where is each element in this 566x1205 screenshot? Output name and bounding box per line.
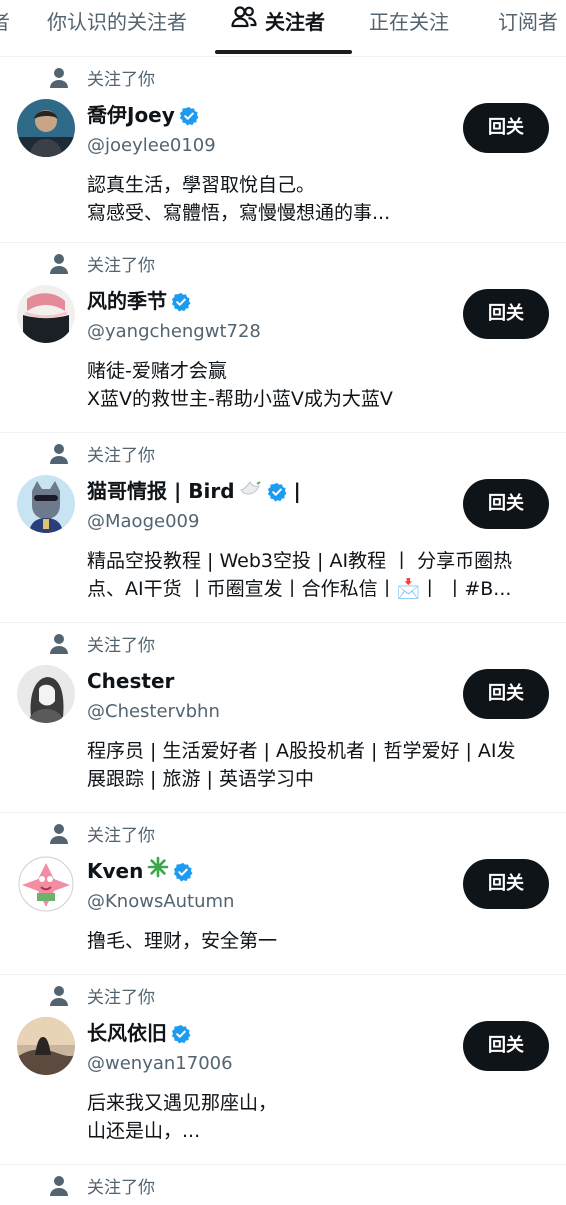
user-bio: 赌徒-爱赌才会赢 X蓝V的救世主-帮助小蓝V成为大蓝V bbox=[87, 357, 549, 413]
bio-line: 撸毛、理财，安全第一 bbox=[87, 930, 278, 952]
follow-back-button[interactable]: 回关 bbox=[463, 103, 549, 153]
bio-line: 山还是山，... bbox=[87, 1120, 201, 1142]
user-handle[interactable]: @yangchengwt728 bbox=[87, 320, 261, 344]
avatar[interactable] bbox=[17, 475, 75, 533]
user-bio: 程序员 | 生活爱好者 | A股投机者 | 哲学爱好 | AI发 展跟踪 | 旅… bbox=[87, 737, 549, 793]
follows-you-row: 关注了你 bbox=[48, 633, 155, 657]
user-name-row[interactable]: 风的季节 bbox=[87, 287, 191, 315]
follows-you-label: 关注了你 bbox=[87, 1178, 155, 1198]
follows-you-row: 关注了你 bbox=[48, 443, 155, 467]
user-bio: 撸毛、理财，安全第一 bbox=[87, 927, 549, 955]
user-name: 猫哥情报 | Bird bbox=[87, 479, 235, 503]
tab-label: 者 bbox=[0, 10, 10, 34]
follow-back-button[interactable]: 回关 bbox=[463, 289, 549, 339]
user-bio: 認真生活，學習取悅自己。 寫感受、寫體悟，寫慢慢想通的事... bbox=[87, 171, 549, 227]
user-bio: 精品空投教程 | Web3空投 | AI教程 丨 分享币圈热 点、AI干货 丨币… bbox=[87, 547, 549, 603]
follows-you-row: 关注了你 bbox=[48, 823, 155, 847]
tab-following[interactable]: 正在关注 bbox=[369, 0, 449, 56]
verified-badge-icon bbox=[267, 481, 287, 501]
user-name-row[interactable]: Chester bbox=[87, 667, 174, 695]
user-handle[interactable]: @joeylee0109 bbox=[87, 134, 216, 158]
follows-you-label: 关注了你 bbox=[87, 988, 155, 1008]
bio-line: 后来我又遇见那座山， bbox=[87, 1092, 278, 1114]
user-name-row[interactable]: Kven bbox=[87, 856, 193, 885]
user-name: 长风依旧 bbox=[87, 1021, 167, 1045]
list-item[interactable]: 关注了你 长风依旧 @wenyan17006 后来我又遇见那座山， 山还是山，.… bbox=[0, 975, 566, 1165]
avatar[interactable] bbox=[17, 285, 75, 343]
follows-you-row: 关注了你 bbox=[48, 67, 155, 91]
list-item[interactable]: 关注了你 bbox=[0, 1165, 566, 1205]
user-bio: 后来我又遇见那座山， 山还是山，... bbox=[87, 1089, 549, 1145]
bio-line: 寫感受、寫體悟，寫慢慢想通的事... bbox=[87, 202, 391, 224]
tab-label: 关注者 bbox=[265, 10, 325, 34]
verified-badge-icon bbox=[179, 105, 199, 125]
user-name: Kven bbox=[87, 859, 144, 883]
follows-you-row: 关注了你 bbox=[48, 985, 155, 1009]
bio-line: X蓝V的救世主-帮助小蓝V成为大蓝V bbox=[87, 388, 393, 410]
user-handle[interactable]: @Chestervbhn bbox=[87, 700, 220, 724]
follows-you-label: 关注了你 bbox=[87, 446, 155, 466]
follow-back-button[interactable]: 回关 bbox=[463, 479, 549, 529]
person-icon bbox=[48, 1175, 70, 1197]
user-name-row[interactable]: 猫哥情报 | Bird | bbox=[87, 477, 301, 505]
person-icon bbox=[48, 443, 70, 465]
user-handle[interactable]: @wenyan17006 bbox=[87, 1052, 233, 1076]
follows-you-row: 关注了你 bbox=[48, 253, 155, 277]
user-name-row[interactable]: 长风依旧 bbox=[87, 1019, 191, 1047]
follows-you-label: 关注了你 bbox=[87, 826, 155, 846]
follow-back-button[interactable]: 回关 bbox=[463, 669, 549, 719]
tab-subscribers[interactable]: 订阅者 bbox=[498, 0, 558, 56]
person-icon bbox=[48, 633, 70, 655]
followers-list: 关注了你 喬伊Joey @joeylee0109 認真生活，學習取悅自己。 寫感… bbox=[0, 57, 566, 1205]
follow-back-button[interactable]: 回关 bbox=[463, 859, 549, 909]
avatar[interactable] bbox=[17, 855, 75, 913]
person-icon bbox=[48, 823, 70, 845]
user-name: 喬伊Joey bbox=[87, 103, 175, 127]
person-icon bbox=[48, 253, 70, 275]
person-icon bbox=[48, 985, 70, 1007]
user-name: Chester bbox=[87, 669, 175, 693]
bio-line: 認真生活，學習取悅自己。 bbox=[87, 174, 316, 196]
list-item[interactable]: 关注了你 风的季节 @yangchengwt728 赌徒-爱赌才会赢 X蓝V的救… bbox=[0, 243, 566, 433]
sparkle-icon bbox=[147, 856, 169, 885]
avatar[interactable] bbox=[17, 99, 75, 157]
user-handle[interactable]: @KnowsAutumn bbox=[87, 890, 234, 914]
follows-you-label: 关注了你 bbox=[87, 256, 155, 276]
avatar[interactable] bbox=[17, 665, 75, 723]
tab-bar: 者 你认识的关注者 关注者 正在关注 订阅者 bbox=[0, 0, 566, 57]
list-item[interactable]: 关注了你 Chester @Chestervbhn 程序员 | 生活爱好者 | … bbox=[0, 623, 566, 813]
bio-line: 展跟踪 | 旅游 | 英语学习中 bbox=[87, 768, 314, 790]
follows-you-row: 关注了你 bbox=[48, 1175, 155, 1199]
verified-badge-icon bbox=[171, 1023, 191, 1043]
user-handle[interactable]: @Maoge009 bbox=[87, 510, 199, 534]
tab-subscribers-prev[interactable]: 者 bbox=[0, 0, 10, 56]
follows-you-label: 关注了你 bbox=[87, 70, 155, 90]
user-name: 风的季节 bbox=[87, 289, 167, 313]
bio-line: 赌徒-爱赌才会赢 bbox=[87, 360, 227, 382]
tab-label: 正在关注 bbox=[369, 10, 449, 34]
verified-badge-icon bbox=[171, 291, 191, 311]
verified-badge-icon bbox=[173, 861, 193, 881]
tab-label: 你认识的关注者 bbox=[47, 10, 187, 34]
tab-followers-you-know[interactable]: 你认识的关注者 bbox=[47, 0, 187, 56]
avatar[interactable] bbox=[17, 1017, 75, 1075]
list-item[interactable]: 关注了你 猫哥情报 | Bird | @Maoge009 精品空投教程 | We… bbox=[0, 433, 566, 623]
dove-icon bbox=[239, 477, 263, 505]
active-tab-indicator bbox=[215, 50, 352, 54]
list-item[interactable]: 关注了你 Kven @KnowsAutumn 撸毛、理财，安全第一 回关 bbox=[0, 813, 566, 975]
user-name-suffix: | bbox=[293, 479, 301, 503]
user-name-row[interactable]: 喬伊Joey bbox=[87, 101, 199, 129]
people-icon bbox=[231, 0, 257, 44]
person-icon bbox=[48, 67, 70, 89]
tab-followers[interactable]: 关注者 bbox=[231, 0, 325, 56]
follow-back-button[interactable]: 回关 bbox=[463, 1021, 549, 1071]
follows-you-label: 关注了你 bbox=[87, 636, 155, 656]
bio-line: 精品空投教程 | Web3空投 | AI教程 丨 分享币圈热 bbox=[87, 550, 513, 572]
tab-label: 订阅者 bbox=[498, 10, 558, 34]
bio-line: 点、AI干货 丨币圈宣发丨合作私信丨📩丨 丨#B... bbox=[87, 578, 512, 600]
bio-line: 程序员 | 生活爱好者 | A股投机者 | 哲学爱好 | AI发 bbox=[87, 740, 516, 762]
list-item[interactable]: 关注了你 喬伊Joey @joeylee0109 認真生活，學習取悅自己。 寫感… bbox=[0, 57, 566, 243]
